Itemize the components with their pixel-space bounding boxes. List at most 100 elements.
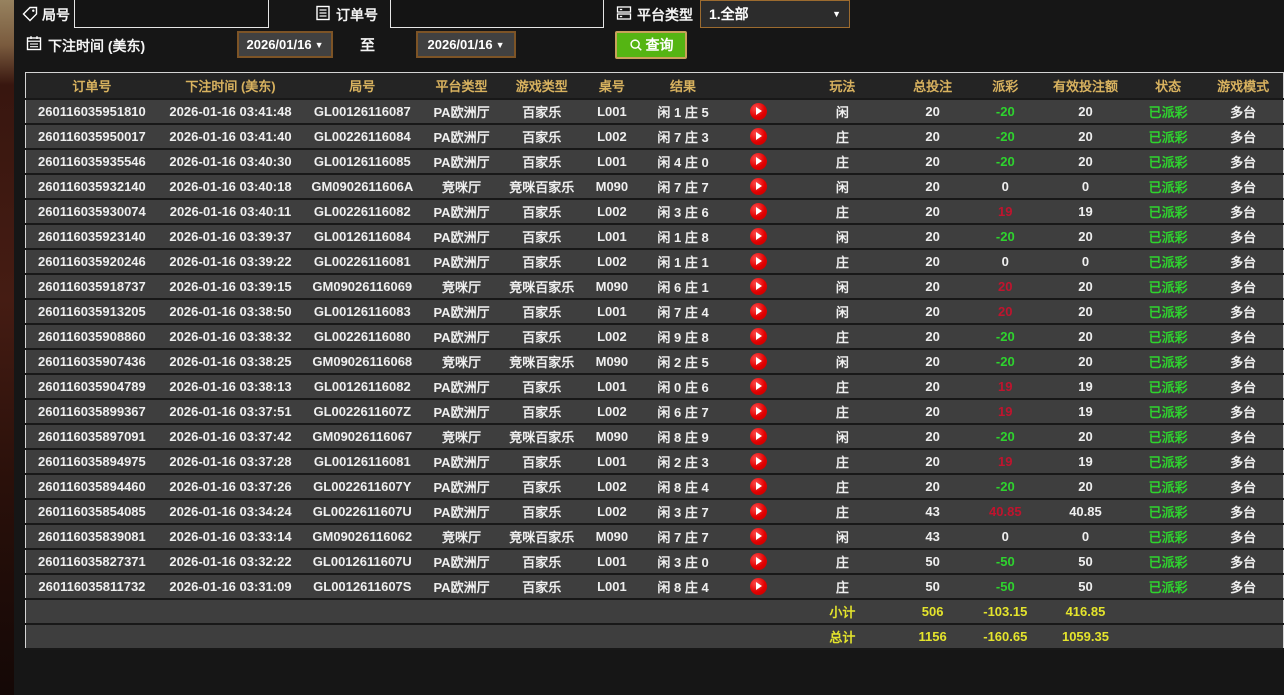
cell-payout: 19 — [973, 399, 1038, 424]
cell-game-type: 百家乐 — [502, 324, 582, 349]
subtotal-row-round-id — [303, 599, 421, 624]
table-row: 2601160359074362026-01-16 03:38:25GM0902… — [26, 349, 1284, 374]
grand-total-row-status — [1133, 624, 1203, 649]
cell-order-id: 260116035913205 — [26, 299, 158, 324]
play-triangle — [756, 132, 762, 140]
cell-order-id: 260116035899367 — [26, 399, 158, 424]
chevron-down-icon: ▼ — [832, 9, 841, 19]
cell-order-id: 260116035854085 — [26, 499, 158, 524]
play-video-icon[interactable] — [750, 178, 767, 195]
search-button[interactable]: 查询 — [615, 31, 687, 59]
cell-result: 闲 3 庄 7 — [642, 499, 724, 524]
cell-payout: 20 — [973, 299, 1038, 324]
cell-table-no: L002 — [582, 249, 642, 274]
cell-play — [724, 149, 792, 174]
play-video-icon[interactable] — [750, 253, 767, 270]
cell-table-no: L002 — [582, 399, 642, 424]
cell-play — [724, 299, 792, 324]
bet-time-label: 下注时间 (美东) — [48, 36, 145, 56]
table-row: 2601160359355462026-01-16 03:40:30GL0012… — [26, 149, 1284, 174]
play-video-icon[interactable] — [750, 478, 767, 495]
play-video-icon[interactable] — [750, 303, 767, 320]
play-triangle — [756, 382, 762, 390]
play-video-icon[interactable] — [750, 403, 767, 420]
cell-payout: -20 — [973, 224, 1038, 249]
cell-play — [724, 199, 792, 224]
platform-type-label: 平台类型 — [637, 5, 693, 25]
cell-play — [724, 524, 792, 549]
cell-status: 已派彩 — [1133, 174, 1203, 199]
cell-game-mode: 多台 — [1203, 399, 1283, 424]
cell-game-mode: 多台 — [1203, 524, 1283, 549]
play-video-icon[interactable] — [750, 153, 767, 170]
cell-play — [724, 249, 792, 274]
cell-status: 已派彩 — [1133, 549, 1203, 574]
subtotal-row-table-no — [582, 599, 642, 624]
cell-game-mode: 多台 — [1203, 199, 1283, 224]
platform-type-select[interactable]: 1.全部 ▼ — [700, 0, 850, 28]
cell-table-no: L002 — [582, 474, 642, 499]
cell-status: 已派彩 — [1133, 374, 1203, 399]
order-id-input[interactable] — [390, 0, 604, 28]
cell-payout: -20 — [973, 349, 1038, 374]
play-video-icon[interactable] — [750, 228, 767, 245]
play-triangle — [756, 432, 762, 440]
cell-total-bet: 20 — [893, 149, 973, 174]
cell-game-mode: 多台 — [1203, 549, 1283, 574]
cell-bet-side: 庄 — [792, 499, 892, 524]
date-to-picker[interactable]: 2026/01/16 ▼ — [416, 31, 516, 58]
play-video-icon[interactable] — [750, 128, 767, 145]
date-from-picker[interactable]: 2026/01/16 ▼ — [237, 31, 333, 58]
cell-payout: -50 — [973, 549, 1038, 574]
play-video-icon[interactable] — [750, 203, 767, 220]
cell-bet-time: 2026-01-16 03:37:51 — [158, 399, 303, 424]
play-video-icon[interactable] — [750, 578, 767, 595]
play-video-icon[interactable] — [750, 428, 767, 445]
cell-total-bet: 20 — [893, 174, 973, 199]
cell-round-id: GM09026116068 — [303, 349, 421, 374]
cell-valid-bet: 20 — [1038, 149, 1133, 174]
cell-round-id: GL00126116083 — [303, 299, 421, 324]
cell-status: 已派彩 — [1133, 324, 1203, 349]
cell-status: 已派彩 — [1133, 474, 1203, 499]
tag-icon — [22, 6, 38, 22]
cell-round-id: GL00126116082 — [303, 374, 421, 399]
cell-total-bet: 20 — [893, 399, 973, 424]
cell-valid-bet: 20 — [1038, 324, 1133, 349]
cell-game-mode: 多台 — [1203, 474, 1283, 499]
round-id-input[interactable] — [74, 0, 269, 28]
play-video-icon[interactable] — [750, 528, 767, 545]
play-video-icon[interactable] — [750, 103, 767, 120]
cell-valid-bet: 0 — [1038, 249, 1133, 274]
cell-round-id: GM09026116069 — [303, 274, 421, 299]
platform-type-icon — [616, 5, 632, 21]
cell-payout: -20 — [973, 149, 1038, 174]
cell-status: 已派彩 — [1133, 574, 1203, 599]
cell-total-bet: 20 — [893, 224, 973, 249]
cell-total-bet: 20 — [893, 199, 973, 224]
cell-bet-time: 2026-01-16 03:40:30 — [158, 149, 303, 174]
cell-order-id: 260116035908860 — [26, 324, 158, 349]
cell-game-mode: 多台 — [1203, 499, 1283, 524]
table-row: 2601160358993672026-01-16 03:37:51GL0022… — [26, 399, 1284, 424]
play-video-icon[interactable] — [750, 378, 767, 395]
cell-play — [724, 424, 792, 449]
play-triangle — [756, 457, 762, 465]
cell-result: 闲 6 庄 7 — [642, 399, 724, 424]
cell-bet-time: 2026-01-16 03:32:22 — [158, 549, 303, 574]
cell-order-id: 260116035951810 — [26, 99, 158, 124]
list-icon — [315, 5, 331, 21]
grand-total-row-play — [724, 624, 792, 649]
cell-platform: PA欧洲厅 — [421, 224, 501, 249]
cell-total-bet: 20 — [893, 124, 973, 149]
cell-game-type: 百家乐 — [502, 149, 582, 174]
play-video-icon[interactable] — [750, 553, 767, 570]
play-video-icon[interactable] — [750, 453, 767, 470]
play-video-icon[interactable] — [750, 353, 767, 370]
play-video-icon[interactable] — [750, 278, 767, 295]
play-video-icon[interactable] — [750, 503, 767, 520]
play-video-icon[interactable] — [750, 328, 767, 345]
play-triangle — [756, 507, 762, 515]
cell-valid-bet: 50 — [1038, 549, 1133, 574]
cell-result: 闲 7 庄 4 — [642, 299, 724, 324]
